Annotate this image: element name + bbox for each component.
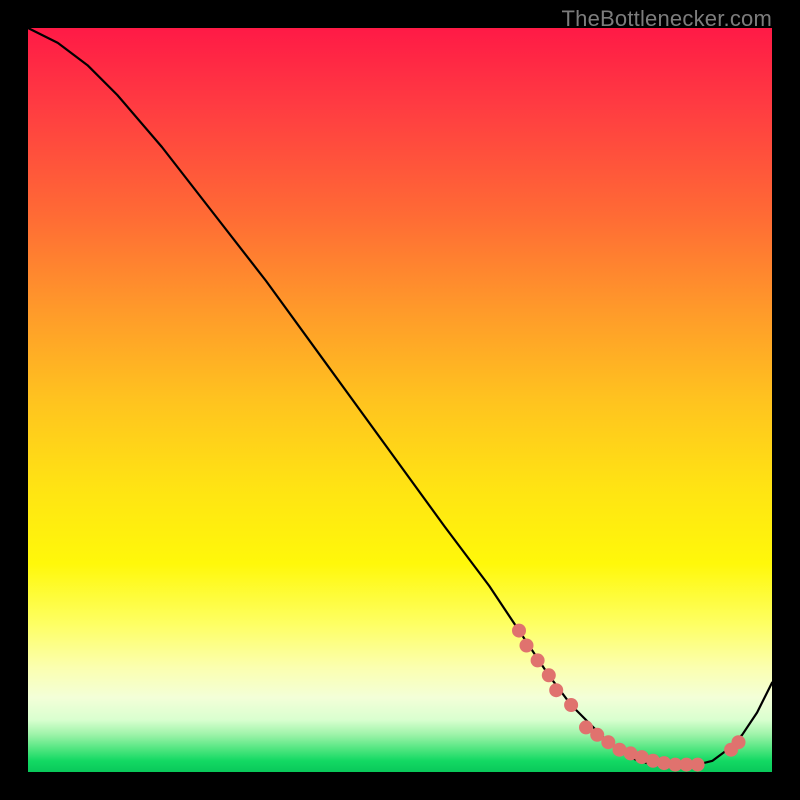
highlight-dots — [512, 624, 746, 772]
highlight-dot — [542, 668, 556, 682]
highlight-dot — [732, 735, 746, 749]
bottleneck-curve — [28, 28, 772, 765]
curve-svg — [28, 28, 772, 772]
highlight-dot — [520, 639, 534, 653]
highlight-dot — [564, 698, 578, 712]
highlight-dot — [691, 758, 705, 772]
highlight-dot — [512, 624, 526, 638]
highlight-dot — [531, 653, 545, 667]
plot-area — [28, 28, 772, 772]
highlight-dot — [549, 683, 563, 697]
chart-frame: TheBottlenecker.com — [0, 0, 800, 800]
